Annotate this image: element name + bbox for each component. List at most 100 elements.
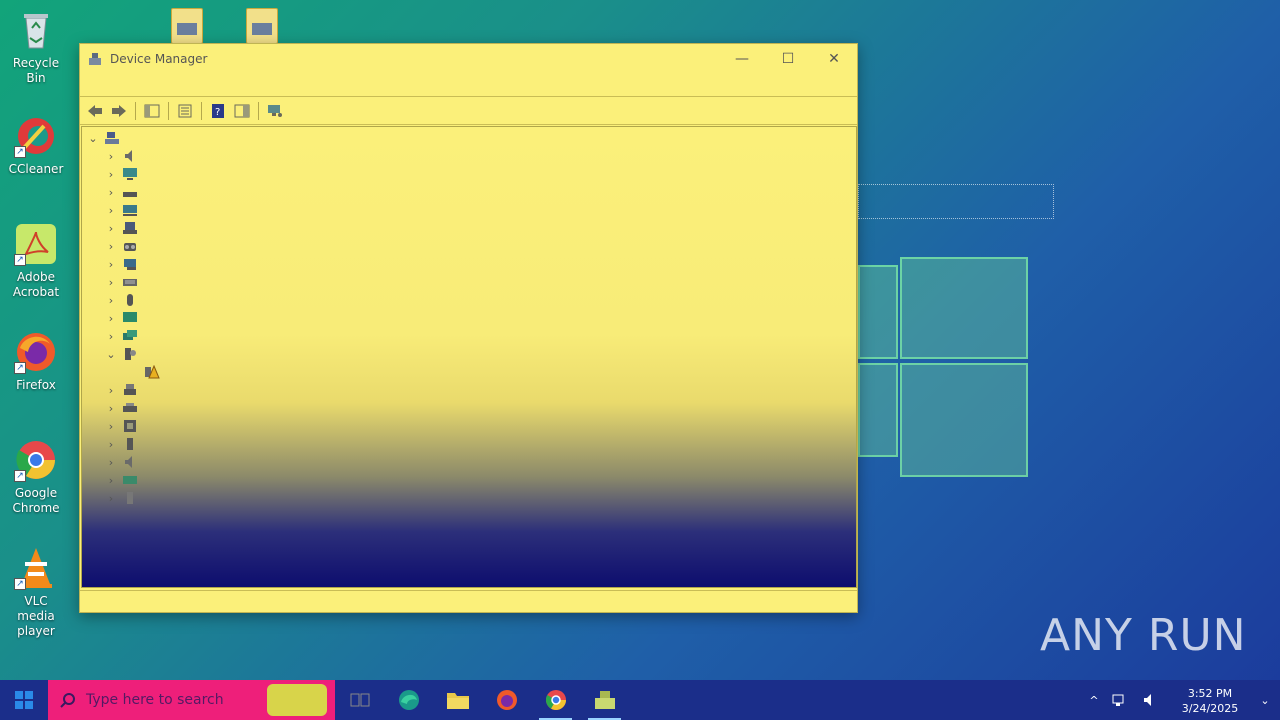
tree-item-network-adapters[interactable]: › bbox=[104, 327, 138, 345]
expand-arrow-icon[interactable]: › bbox=[104, 185, 118, 199]
tree-item-software-devices[interactable]: › bbox=[104, 435, 138, 453]
device-tree[interactable]: ⌄ › › › › › › › › › › › ⌄ › › › › › › › bbox=[81, 126, 857, 588]
tree-item-processors[interactable]: › bbox=[104, 417, 138, 435]
desktop-icon-label: Adobe Acrobat bbox=[12, 270, 60, 299]
taskbar-file-explorer[interactable] bbox=[433, 680, 482, 720]
back-button[interactable] bbox=[84, 100, 106, 122]
search-placeholder: Type here to search bbox=[86, 692, 224, 708]
expand-arrow-icon[interactable]: › bbox=[104, 437, 118, 451]
tree-item-computer[interactable]: › bbox=[104, 165, 138, 183]
properties-button[interactable] bbox=[174, 100, 196, 122]
desktop-icon-label: VLC media player bbox=[17, 594, 55, 638]
taskbar-search-box[interactable]: Type here to search bbox=[48, 680, 335, 720]
tree-item-unknown-device[interactable] bbox=[140, 363, 160, 381]
forward-button[interactable] bbox=[108, 100, 130, 122]
collapse-arrow-icon[interactable]: ⌄ bbox=[104, 347, 118, 361]
taskbar: Type here to search ^ 3:52 PM 3/24/2025 … bbox=[0, 680, 1280, 720]
tree-item-keyboards[interactable]: › bbox=[104, 273, 138, 291]
scan-hardware-changes-button[interactable] bbox=[264, 100, 286, 122]
keyboard-icon bbox=[123, 279, 137, 286]
expand-arrow-icon[interactable]: › bbox=[104, 203, 118, 217]
tree-item-display-adapters[interactable]: › bbox=[104, 201, 138, 219]
desktop-icon-vlc[interactable]: ↗ VLC media player bbox=[4, 546, 68, 639]
tree-item-disk-drives[interactable]: › bbox=[104, 183, 138, 201]
minimize-button[interactable]: — bbox=[719, 44, 765, 74]
network-adapter-icon bbox=[123, 330, 137, 340]
collapse-arrow-icon[interactable]: ⌄ bbox=[86, 131, 100, 145]
expand-arrow-icon[interactable]: › bbox=[104, 473, 118, 487]
close-button[interactable]: ✕ bbox=[811, 44, 857, 74]
maximize-button[interactable]: ☐ bbox=[765, 44, 811, 74]
expand-arrow-icon[interactable]: › bbox=[104, 329, 118, 343]
notification-center-icon[interactable]: ⌄ bbox=[1250, 680, 1280, 720]
taskbar-clock[interactable]: 3:52 PM 3/24/2025 bbox=[1170, 684, 1250, 716]
unknown-device-icon bbox=[125, 348, 136, 360]
tree-item-sound-controllers[interactable]: › bbox=[104, 453, 138, 471]
menu-bar[interactable] bbox=[80, 74, 857, 96]
device-manager-window[interactable]: Device Manager — ☐ ✕ ? ⌄ › › › › › › › ›… bbox=[79, 43, 858, 613]
taskbar-device-manager[interactable] bbox=[580, 680, 629, 720]
warning-device-icon bbox=[145, 365, 160, 379]
toolbar-separator bbox=[168, 101, 169, 120]
desktop-icon-recycle-bin[interactable]: Recycle Bin bbox=[4, 8, 68, 86]
toolbar-separator bbox=[258, 101, 259, 120]
show-hidden-icons-button[interactable]: ^ bbox=[1082, 680, 1106, 720]
tree-item-monitors[interactable]: › bbox=[104, 309, 138, 327]
toolbar-separator bbox=[135, 101, 136, 120]
expand-arrow-icon[interactable]: › bbox=[104, 293, 118, 307]
desktop-icon-firefox[interactable]: ↗ Firefox bbox=[4, 330, 68, 393]
tree-item-print-queues[interactable]: › bbox=[104, 381, 138, 399]
tree-item-mice[interactable]: › bbox=[104, 291, 138, 309]
tree-item-printers[interactable]: › bbox=[104, 399, 138, 417]
expand-arrow-icon[interactable]: › bbox=[104, 149, 118, 163]
network-icon[interactable] bbox=[1106, 680, 1130, 720]
expand-arrow-icon[interactable]: › bbox=[104, 239, 118, 253]
desktop-icon-google-chrome[interactable]: ↗ Google Chrome bbox=[4, 438, 68, 516]
desktop-file-icon[interactable] bbox=[171, 8, 203, 44]
tree-item-storage-controllers[interactable]: › bbox=[104, 471, 138, 489]
expand-arrow-icon[interactable]: › bbox=[104, 491, 118, 505]
volume-icon[interactable] bbox=[1130, 680, 1170, 720]
expand-arrow-icon[interactable]: › bbox=[104, 383, 118, 397]
tree-item-ide-controllers[interactable]: › bbox=[104, 255, 138, 273]
monitor-icon bbox=[123, 312, 137, 322]
monitor-icon bbox=[123, 168, 137, 180]
taskbar-chrome[interactable] bbox=[531, 680, 580, 720]
expand-arrow-icon[interactable]: › bbox=[104, 221, 118, 235]
desktop-icon-adobe-acrobat[interactable]: ↗ Adobe Acrobat bbox=[4, 222, 68, 300]
hid-icon bbox=[124, 243, 136, 251]
tree-item-system-devices[interactable]: › bbox=[104, 489, 138, 507]
expand-arrow-icon[interactable]: › bbox=[104, 455, 118, 469]
expand-arrow-icon[interactable]: › bbox=[104, 257, 118, 271]
taskbar-firefox[interactable] bbox=[482, 680, 531, 720]
firefox-icon: ↗ bbox=[14, 330, 58, 374]
action-pane-button[interactable] bbox=[231, 100, 253, 122]
tree-item-hid[interactable]: › bbox=[104, 237, 138, 255]
expand-arrow-icon[interactable]: › bbox=[104, 275, 118, 289]
expand-arrow-icon[interactable]: › bbox=[104, 419, 118, 433]
window-titlebar[interactable]: Device Manager — ☐ ✕ bbox=[80, 44, 857, 74]
tree-item-other-devices[interactable]: ⌄ bbox=[104, 345, 138, 363]
adobe-acrobat-icon: ↗ bbox=[14, 222, 58, 266]
start-button[interactable] bbox=[0, 680, 48, 720]
vlc-icon: ↗ bbox=[14, 546, 58, 590]
device-manager-icon bbox=[594, 691, 615, 709]
tree-item-dvd-drives[interactable]: › bbox=[104, 219, 138, 237]
clock-date: 3/24/2025 bbox=[1181, 702, 1239, 715]
taskbar-edge[interactable] bbox=[384, 680, 433, 720]
clock-time: 3:52 PM bbox=[1187, 687, 1233, 700]
expand-arrow-icon[interactable]: › bbox=[104, 311, 118, 325]
desktop-file-icon[interactable] bbox=[246, 8, 278, 44]
show-hide-console-tree-button[interactable] bbox=[141, 100, 163, 122]
expand-arrow-icon[interactable]: › bbox=[104, 401, 118, 415]
speaker-icon bbox=[125, 150, 132, 162]
printer-icon bbox=[123, 403, 137, 412]
desktop-icon-ccleaner[interactable]: ↗ CCleaner bbox=[4, 114, 68, 177]
tree-item-audio[interactable]: › bbox=[104, 147, 138, 165]
controller-icon bbox=[124, 259, 136, 270]
anyrun-watermark: ANY RUN bbox=[1040, 610, 1247, 661]
expand-arrow-icon[interactable]: › bbox=[104, 167, 118, 181]
tree-root-computer[interactable]: ⌄ bbox=[86, 129, 120, 147]
help-button[interactable]: ? bbox=[207, 100, 229, 122]
task-view-button[interactable] bbox=[335, 680, 384, 720]
